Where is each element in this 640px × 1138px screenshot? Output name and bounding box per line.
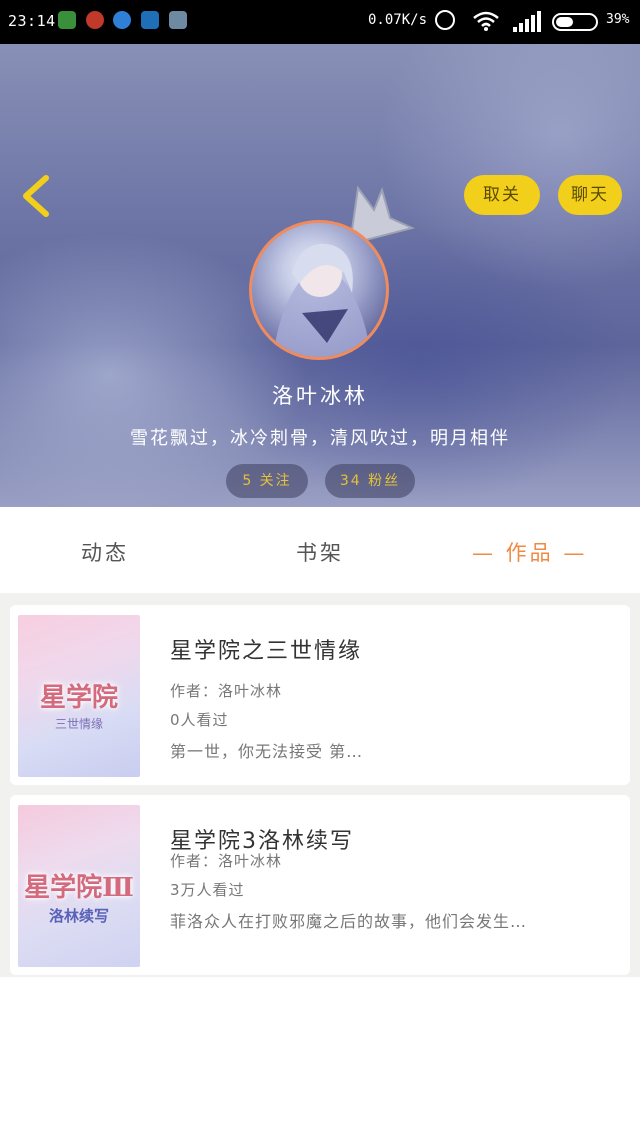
tab-works[interactable]: — 作品 — <box>472 537 587 567</box>
book-views: 3万人看过 <box>170 881 245 899</box>
tab-bookshelf[interactable]: 书架 <box>296 537 344 567</box>
avatar <box>249 220 389 360</box>
book-summary: 菲洛众人在打败邪魔之后的故事，他们会发生… <box>170 912 528 931</box>
book-title[interactable]: 星学院之三世情缘 <box>170 633 362 665</box>
profile-tabs: 动态 书架 — 作品 — <box>0 507 640 593</box>
cover-title: 星学院Ⅲ <box>24 873 134 903</box>
app-notification-icon <box>58 11 76 29</box>
app-notification-icon <box>113 11 131 29</box>
alarm-icon <box>435 10 455 30</box>
battery-percent: 39% <box>606 12 630 27</box>
book-summary: 第一世，你无法接受 第… <box>170 742 364 761</box>
status-bar: 23:14 0.07K/s 39% <box>0 0 640 44</box>
book-author: 作者：洛叶冰林 <box>170 852 283 870</box>
app-notification-icon <box>141 11 159 29</box>
fans-count-chip[interactable]: 34 粉丝 <box>325 464 415 498</box>
avatar-illustration <box>272 243 372 357</box>
cover-subtitle: 三世情缘 <box>54 717 103 731</box>
chat-button[interactable]: 聊天 <box>558 175 622 215</box>
profile-header: 取关 聊天 洛叶冰林 雪花飘过，冰冷刺骨，清风吹过，明月相伴 5 关注 34 粉… <box>0 44 640 507</box>
back-icon[interactable] <box>18 174 58 218</box>
wifi-icon <box>473 11 499 31</box>
network-speed: 0.07K/s <box>368 12 428 28</box>
battery-icon <box>552 13 598 31</box>
works-list: 星学院 三世情缘 星学院之三世情缘 作者：洛叶冰林 0人看过 第一世，你无法接受… <box>0 593 640 977</box>
app-notification-icon <box>86 11 104 29</box>
user-bio: 雪花飘过，冰冷刺骨，清风吹过，明月相伴 <box>130 428 510 449</box>
tab-dynamic[interactable]: 动态 <box>81 537 129 567</box>
work-card[interactable]: 星学院 三世情缘 星学院之三世情缘 作者：洛叶冰林 0人看过 第一世，你无法接受… <box>10 605 630 785</box>
unfollow-button[interactable]: 取关 <box>464 175 540 215</box>
app-notification-icon <box>169 11 187 29</box>
book-author: 作者：洛叶冰林 <box>170 682 283 700</box>
follow-count-chip[interactable]: 5 关注 <box>226 464 308 498</box>
signal-icon <box>513 11 541 32</box>
book-views: 0人看过 <box>170 711 229 729</box>
clock: 23:14 <box>8 12 56 30</box>
username: 洛叶冰林 <box>272 384 368 408</box>
cover-title: 星学院 <box>39 683 118 713</box>
work-card[interactable]: 星学院Ⅲ 洛林续写 星学院3洛林续写 作者：洛叶冰林 3万人看过 菲洛众人在打败… <box>10 795 630 975</box>
cover-subtitle: 洛林续写 <box>48 907 109 925</box>
book-cover: 星学院Ⅲ 洛林续写 <box>18 805 140 967</box>
book-cover: 星学院 三世情缘 <box>18 615 140 777</box>
